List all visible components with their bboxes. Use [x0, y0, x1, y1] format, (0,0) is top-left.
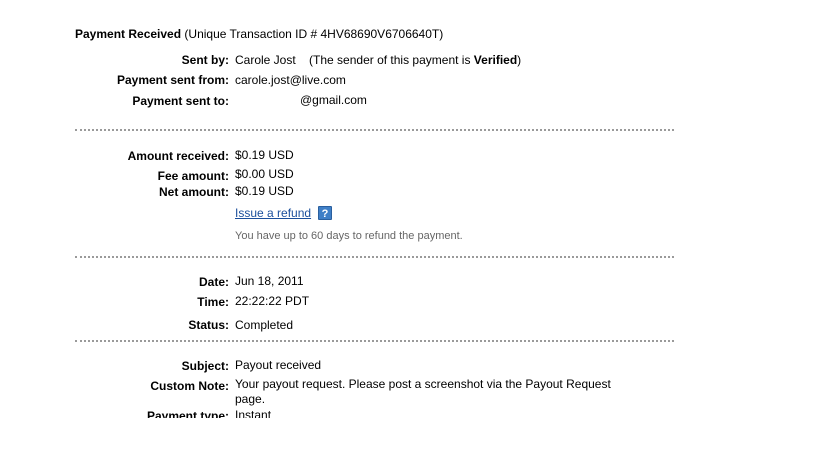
date-value: Jun 18, 2011 — [235, 274, 304, 288]
transaction-id: (Unique Transaction ID # 4HV68690V670664… — [184, 27, 444, 41]
sent-from-label: Payment sent from: — [116, 73, 229, 87]
amount-received-value: $0.19 USD — [235, 148, 294, 162]
help-icon[interactable]: ? — [318, 206, 332, 220]
sender-name: Carole Jost — [235, 53, 296, 67]
sent-by-value: Carole Jost (The sender of this payment … — [235, 53, 521, 68]
issue-refund-link[interactable]: Issue a refund — [235, 206, 311, 221]
verified-prefix: (The sender of this payment is — [309, 53, 474, 67]
sent-to-value: @gmail.com — [300, 93, 367, 107]
subject-label: Subject: — [181, 359, 229, 373]
payment-header: Payment Received (Unique Transaction ID … — [75, 27, 443, 42]
sent-from-value: carole.jost@live.com — [235, 73, 346, 87]
date-label: Date: — [198, 275, 229, 289]
fee-amount-value: $0.00 USD — [235, 167, 294, 181]
section-divider — [75, 129, 674, 131]
payment-type-value: Instant — [235, 408, 272, 418]
net-amount-label: Net amount: — [159, 185, 229, 199]
refund-note: You have up to 60 days to refund the pay… — [235, 230, 463, 242]
subject-value: Payout received — [235, 358, 322, 372]
payment-details-panel: Payment Received (Unique Transaction ID … — [0, 0, 819, 418]
sent-to-label: Payment sent to: — [132, 94, 229, 108]
custom-note-value: Your payout request. Please post a scree… — [235, 377, 611, 406]
custom-note-label: Custom Note: — [150, 379, 229, 393]
net-amount-value: $0.19 USD — [235, 184, 294, 198]
sent-by-label: Sent by: — [181, 53, 229, 67]
fee-amount-label: Fee amount: — [157, 169, 229, 183]
section-divider — [75, 340, 674, 342]
page-title: Payment Received — [75, 27, 182, 41]
time-value: 22:22:22 PDT — [235, 294, 310, 308]
status-value: Completed — [235, 318, 294, 332]
amount-received-label: Amount received: — [127, 149, 229, 163]
status-label: Status: — [188, 318, 229, 332]
time-label: Time: — [197, 295, 229, 309]
verified-suffix: ) — [517, 53, 522, 67]
verified-status: Verified — [473, 53, 518, 67]
payment-type-label: Payment type: — [146, 409, 229, 418]
section-divider — [75, 256, 674, 258]
